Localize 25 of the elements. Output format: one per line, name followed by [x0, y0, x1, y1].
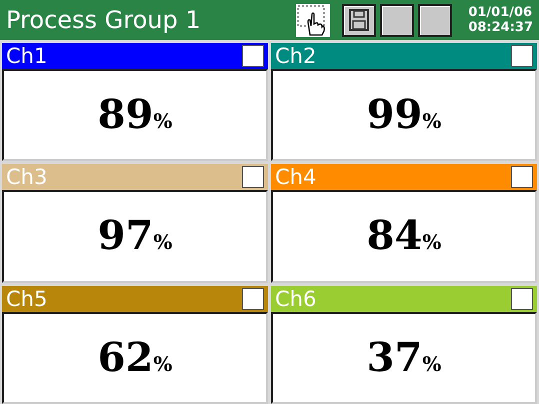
page-title: Process Group 1	[6, 5, 201, 36]
time-text: 08:24:37	[468, 20, 533, 35]
indicator-box[interactable]	[242, 288, 264, 310]
blank-button[interactable]	[380, 4, 414, 36]
indicator-box[interactable]	[511, 45, 533, 67]
indicator-box[interactable]	[511, 166, 533, 188]
channel-value: 97%	[98, 211, 172, 262]
channel-value: 99%	[366, 90, 442, 140]
channel-name: Ch1	[6, 43, 48, 69]
channel-value: 62%	[98, 332, 172, 383]
channel-name: Ch4	[275, 164, 316, 190]
save-button[interactable]	[342, 4, 376, 36]
indicator-box[interactable]	[242, 166, 264, 188]
channel-name: Ch6	[275, 286, 316, 312]
channel-name: Ch2	[275, 43, 316, 69]
channel-name: Ch5	[6, 286, 48, 312]
channel-name: Ch3	[6, 164, 48, 190]
channel-value: 84%	[366, 211, 442, 262]
indicator-box[interactable]	[242, 45, 264, 67]
channel-value: 89%	[98, 90, 172, 140]
indicator-box[interactable]	[511, 288, 533, 310]
date-text: 01/01/06	[468, 5, 533, 20]
channel-value: 37%	[366, 332, 442, 383]
touch-icon[interactable]	[296, 4, 330, 36]
blank-button[interactable]	[418, 4, 452, 36]
